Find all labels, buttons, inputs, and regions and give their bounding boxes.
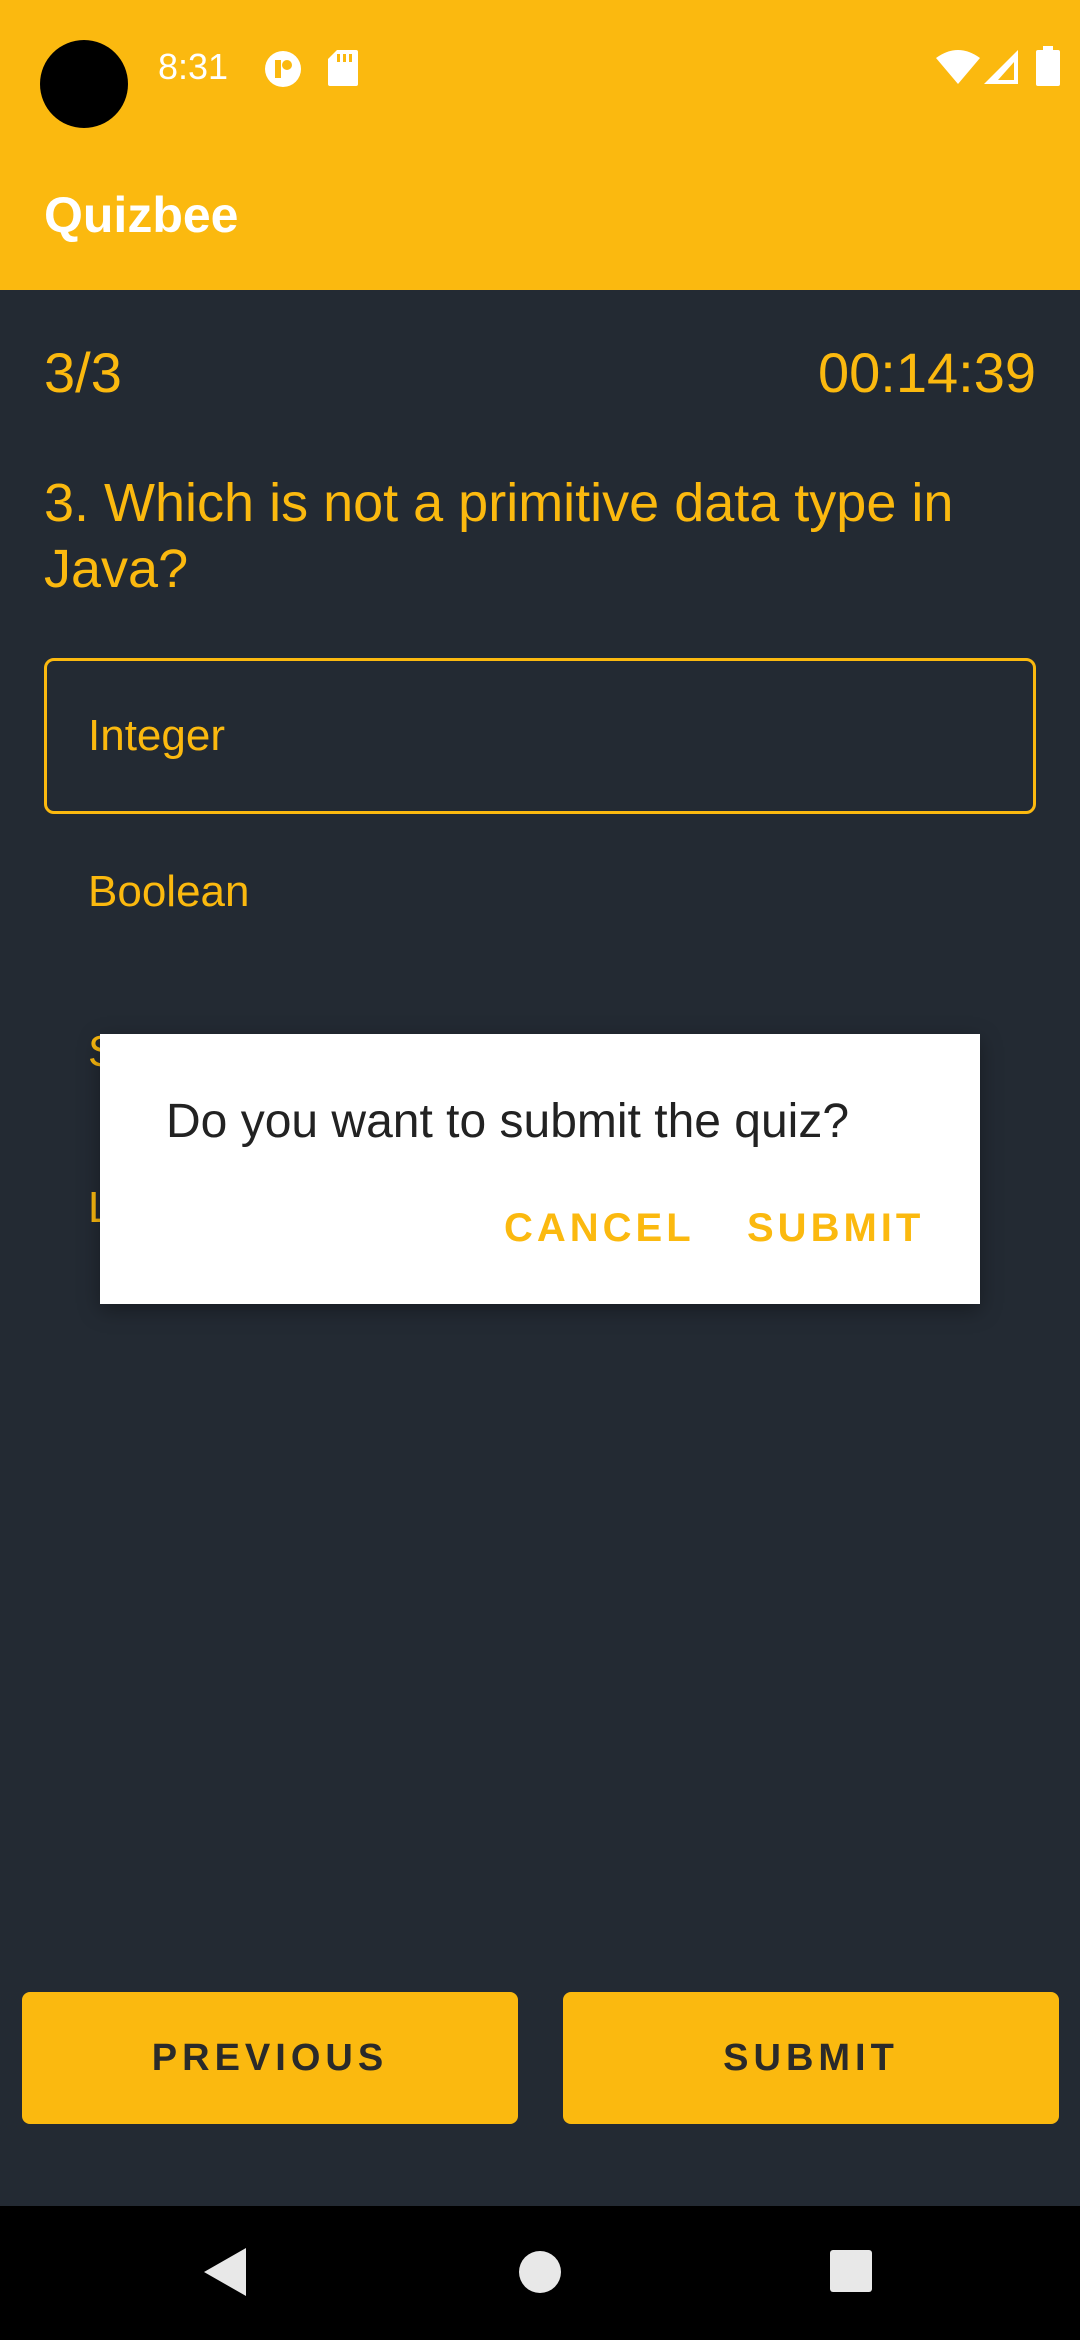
navigation-bar	[0, 2206, 1080, 2340]
camera-cutout	[40, 40, 128, 128]
battery-icon	[1036, 46, 1060, 91]
status-bar: 8:31	[0, 0, 1080, 140]
cell-signal-icon	[984, 50, 1018, 89]
status-time: 8:31	[158, 46, 229, 87]
home-icon[interactable]	[518, 2250, 562, 2299]
previous-button-label: PREVIOUS	[151, 2036, 389, 2079]
sd-card-icon	[328, 50, 358, 91]
option-label: Integer	[88, 711, 225, 760]
option-label: Boolean	[88, 867, 250, 916]
question-text: 3. Which is not a primitive data type in…	[44, 473, 954, 599]
dialog-submit-button[interactable]: SUBMIT	[747, 1206, 924, 1251]
submit-button[interactable]: SUBMIT	[563, 1992, 1059, 2124]
option-item[interactable]: Boolean	[44, 814, 1036, 970]
wifi-icon	[936, 50, 980, 89]
option-item[interactable]: Integer	[44, 658, 1036, 814]
back-icon[interactable]	[204, 2248, 246, 2301]
submit-dialog: Do you want to submit the quiz? CANCEL S…	[100, 1034, 980, 1304]
app-title: Quizbee	[44, 187, 239, 243]
recents-icon[interactable]	[830, 2250, 872, 2297]
dialog-message: Do you want to submit the quiz?	[166, 1095, 850, 1148]
quiz-timer: 00:14:39	[818, 341, 1036, 404]
previous-button[interactable]: PREVIOUS	[22, 1992, 518, 2124]
dialog-cancel-button[interactable]: CANCEL	[504, 1206, 695, 1251]
question-counter: 3/3	[44, 341, 122, 404]
notification-icon	[264, 50, 302, 93]
submit-button-label: SUBMIT	[723, 2036, 899, 2079]
